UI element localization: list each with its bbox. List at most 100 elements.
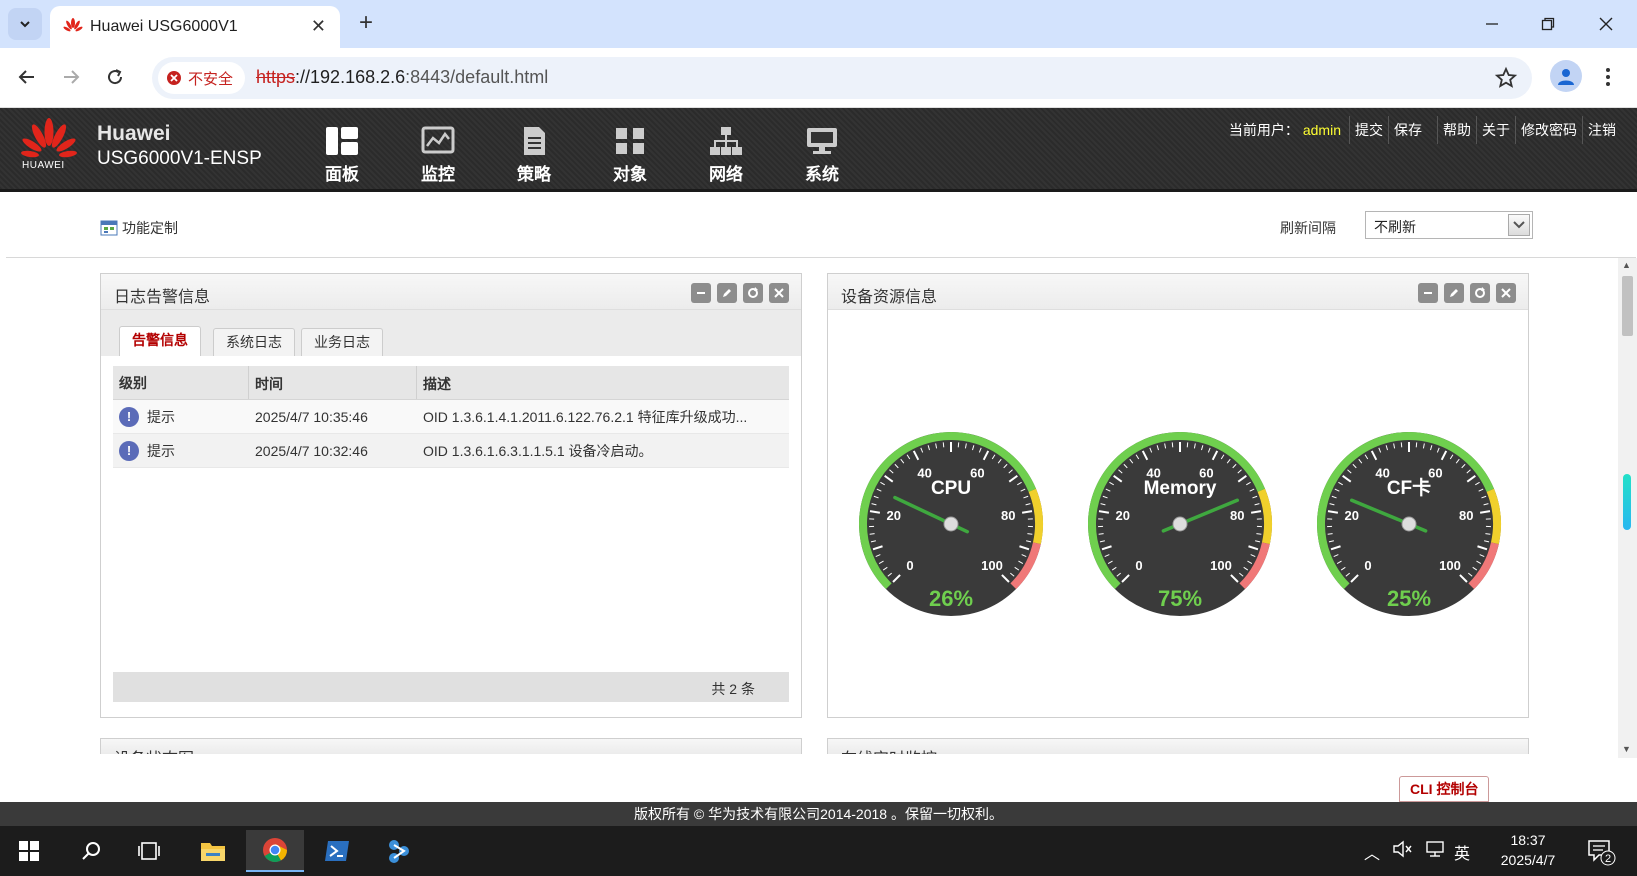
submit-link[interactable]: 提交	[1349, 116, 1388, 144]
gauge-scale-label: 80	[1001, 508, 1015, 523]
gauge-scale-label: 80	[1459, 508, 1473, 523]
tab-search-button[interactable]	[8, 8, 42, 40]
huawei-logo-icon	[21, 118, 77, 158]
customize-button[interactable]: 功能定制	[100, 218, 178, 238]
edit-icon[interactable]	[1444, 283, 1464, 303]
huawei-favicon-icon	[63, 18, 83, 32]
windows-taskbar: ︿ 英 18:37 2025/4/7 2	[0, 826, 1637, 876]
restore-window-button[interactable]	[1528, 10, 1568, 38]
gauge-scale-label: 80	[1230, 508, 1244, 523]
current-user-name: admin	[1302, 122, 1341, 138]
save-link[interactable]: 保存	[1388, 116, 1427, 144]
tab-business-log[interactable]: 业务日志	[301, 328, 383, 356]
security-label: 不安全	[188, 70, 234, 88]
gauge-hub	[943, 516, 959, 532]
ime-indicator[interactable]: 英	[1454, 840, 1470, 864]
speaker-muted-icon[interactable]	[1392, 840, 1412, 863]
gauge-value: 26%	[929, 586, 973, 611]
gauge-tick	[1027, 533, 1033, 535]
minimize-icon[interactable]	[1418, 283, 1438, 303]
close-icon[interactable]	[769, 283, 789, 303]
close-tab-icon[interactable]: ✕	[311, 16, 326, 36]
scroll-down-arrow-icon[interactable]: ▼	[1622, 744, 1631, 754]
nav-network[interactable]: 网络	[696, 126, 756, 185]
reload-button[interactable]	[100, 62, 130, 92]
refresh-icon[interactable]	[1470, 283, 1490, 303]
address-bar[interactable]: 不安全 https://192.168.2.6:8443/default.htm…	[152, 57, 1532, 99]
scroll-thumb[interactable]	[1622, 276, 1633, 336]
log-panel-header: 日志告警信息	[101, 274, 801, 310]
network-icon[interactable]	[1424, 840, 1446, 863]
gauge-scale-label: 40	[917, 465, 931, 480]
new-tab-button[interactable]: +	[352, 10, 380, 38]
refresh-interval-select[interactable]: 不刷新	[1365, 211, 1533, 239]
search-button[interactable]	[62, 830, 120, 872]
nav-object[interactable]: 对象	[600, 126, 660, 185]
taskbar-clock[interactable]: 18:37 2025/4/7	[1488, 830, 1568, 870]
table-footer: 共 2 条	[113, 672, 789, 702]
object-icon	[616, 128, 644, 154]
gauge-value: 75%	[1158, 586, 1202, 611]
edit-icon[interactable]	[717, 283, 737, 303]
info-alert-icon: !	[119, 406, 139, 427]
file-explorer-button[interactable]	[184, 830, 242, 872]
main-nav: 面板 监控 策略 对象 网络 系统	[312, 126, 852, 185]
chrome-button[interactable]	[246, 830, 304, 872]
col-time[interactable]: 时间	[249, 366, 417, 399]
dropdown-arrow-icon[interactable]	[1508, 214, 1530, 236]
logout-link[interactable]: 注销	[1582, 116, 1621, 144]
logo-text: HUAWEI	[22, 160, 65, 171]
customize-icon	[100, 220, 118, 236]
system-icon	[807, 128, 837, 154]
tab-alarm-info[interactable]: 告警信息	[119, 326, 201, 356]
show-hidden-icons-button[interactable]: ︿	[1364, 840, 1380, 864]
close-icon[interactable]	[1496, 283, 1516, 303]
bookmark-star-icon[interactable]	[1494, 66, 1518, 90]
forward-button[interactable]	[56, 62, 86, 92]
person-icon	[1558, 69, 1574, 85]
row-time: 2025/4/7 10:32:46	[255, 442, 368, 459]
browser-menu-button[interactable]	[1596, 62, 1620, 92]
minimize-icon[interactable]	[691, 283, 711, 303]
table-row[interactable]: ! 提示 2025/4/7 10:32:46 OID 1.3.6.1.6.3.1.…	[113, 434, 789, 468]
powershell-icon	[325, 841, 349, 861]
site-info-button[interactable]: 不安全	[158, 62, 246, 94]
windows-logo-icon	[19, 841, 39, 861]
nav-policy[interactable]: 策略	[504, 126, 564, 185]
minimize-window-button[interactable]	[1472, 10, 1512, 38]
ensp-button[interactable]	[370, 830, 428, 872]
close-window-button[interactable]	[1586, 10, 1626, 38]
profile-button[interactable]	[1550, 60, 1582, 92]
url-text[interactable]: https://192.168.2.6:8443/default.html	[256, 67, 548, 88]
col-desc[interactable]: 描述	[417, 366, 789, 399]
powershell-button[interactable]	[308, 830, 366, 872]
task-view-button[interactable]	[120, 830, 178, 872]
back-button[interactable]	[12, 62, 42, 92]
change-password-link[interactable]: 修改密码	[1515, 116, 1582, 144]
refresh-icon[interactable]	[743, 283, 763, 303]
gauge-title: CPU	[931, 478, 971, 499]
start-button[interactable]	[0, 830, 58, 872]
error-circle-icon	[167, 71, 181, 85]
clock-time: 18:37	[1510, 832, 1546, 848]
scroll-up-arrow-icon[interactable]: ▲	[1622, 260, 1631, 270]
gauge-tick	[1327, 533, 1333, 535]
memory-gauge: 02040 6080100Memory75%	[1088, 432, 1272, 616]
browser-tab-active[interactable]: Huawei USG6000V1 ✕	[50, 6, 340, 48]
notifications-button[interactable]: 2	[1586, 836, 1616, 866]
nav-object-label: 对象	[613, 165, 647, 184]
nav-monitor[interactable]: 监控	[408, 126, 468, 185]
arrow-left-icon	[18, 70, 34, 84]
nav-dashboard[interactable]: 面板	[312, 126, 372, 185]
customize-label: 功能定制	[122, 220, 178, 236]
chevron-down-icon	[20, 21, 30, 28]
table-row[interactable]: ! 提示 2025/4/7 10:35:46 OID 1.3.6.1.4.1.20…	[113, 400, 789, 434]
about-link[interactable]: 关于	[1476, 116, 1515, 144]
tab-system-log[interactable]: 系统日志	[213, 328, 295, 356]
help-link[interactable]: 帮助	[1437, 116, 1476, 144]
clock-date: 2025/4/7	[1500, 852, 1556, 868]
info-alert-icon: !	[119, 440, 139, 461]
nav-system[interactable]: 系统	[792, 126, 852, 185]
col-level[interactable]: 级别	[113, 366, 249, 399]
cli-console-button[interactable]: CLI 控制台	[1399, 776, 1490, 802]
